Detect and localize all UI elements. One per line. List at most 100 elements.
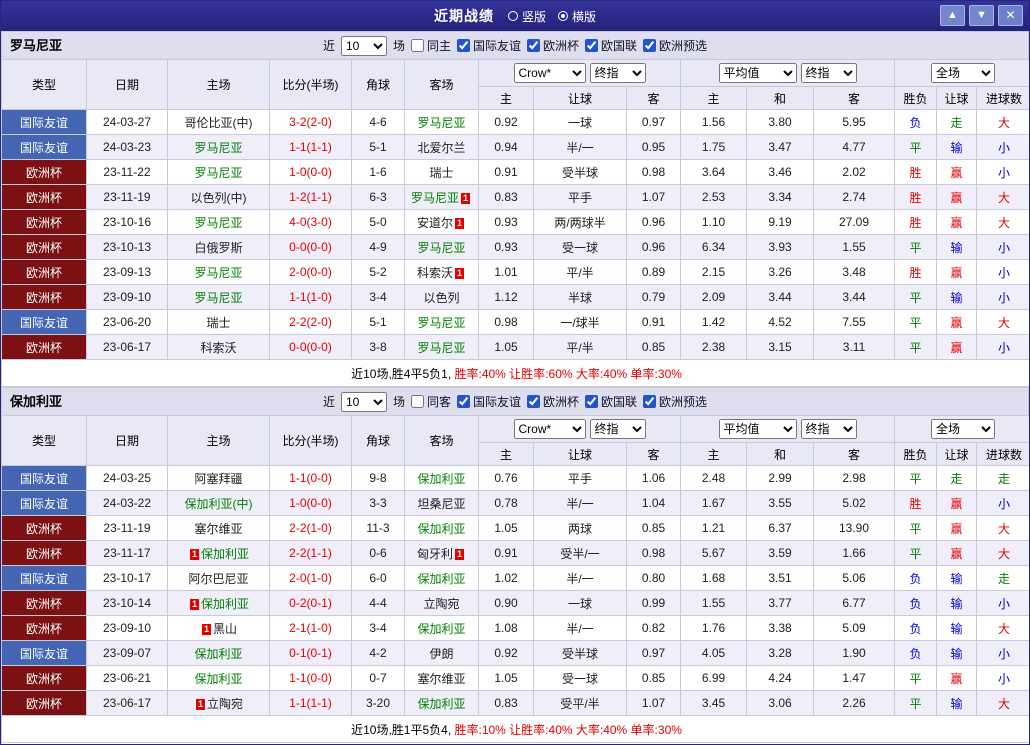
col-header: 客 (813, 86, 896, 110)
competition-checkbox-0[interactable] (456, 39, 470, 52)
same-venue-checkbox[interactable] (410, 39, 424, 52)
handicap-result-cell: 赢 (936, 540, 978, 566)
summary-row: 近10场,胜1平5负4, 胜率:10% 让胜率:40% 大率:40% 单率:30… (1, 715, 1029, 743)
euro-draw-odds: 3.28 (746, 640, 815, 666)
euro-away-odds: 2.02 (813, 159, 896, 185)
score-cell: 2-2(1-0) (269, 515, 352, 541)
corner-cell: 3-20 (351, 690, 405, 716)
euro-draw-odds: 3.51 (746, 565, 815, 591)
asian-final-select[interactable]: 终指 (589, 63, 646, 83)
competition-checkbox-0-label[interactable]: 国际友谊 (456, 37, 521, 54)
score-cell: 2-0(0-0) (269, 259, 352, 285)
radio-horizontal-layout[interactable]: 横版 (558, 8, 596, 25)
competition-badge: 欧洲杯 (1, 184, 87, 210)
asian-home-odds: 0.90 (478, 590, 534, 616)
asian-home-odds: 0.83 (478, 184, 534, 210)
recent-results-window: 近期战绩 竖版 横版 ▲ ▼ ✕ 罗马尼亚近 10 场同主 国际友谊 欧洲杯 欧国联 欧洲预选… (0, 0, 1030, 745)
asian-final-select[interactable]: 终指 (589, 419, 646, 439)
result-cell: 胜 (894, 490, 938, 516)
score-cell: 0-1(0-1) (269, 640, 352, 666)
competition-checkbox-1-label[interactable]: 欧洲杯 (527, 393, 579, 410)
handicap-result-cell: 赢 (936, 515, 978, 541)
competition-checkbox-2-label[interactable]: 欧国联 (585, 37, 637, 54)
home-team-cell: 保加利亚 (167, 640, 270, 666)
titlebar: 近期战绩 竖版 横版 ▲ ▼ ✕ (1, 1, 1029, 31)
competition-checkbox-3-label[interactable]: 欧洲预选 (643, 393, 707, 410)
section-team-name: 罗马尼亚 (10, 38, 63, 53)
scope-select[interactable]: 全场 (931, 63, 996, 83)
result-group-header: 全场 (894, 415, 1029, 443)
competition-checkbox-1-label[interactable]: 欧洲杯 (527, 37, 579, 54)
handicap-result-cell: 赢 (936, 209, 978, 235)
asian-away-odds: 1.04 (625, 490, 682, 516)
competition-checkbox-3[interactable] (643, 39, 657, 52)
match-row: 欧洲杯 23-11-17 1 保加利亚 2-2(1-1) 0-6 匈牙利 1 0.91 受半/一 0… (1, 540, 1029, 566)
competition-checkbox-3[interactable] (643, 395, 657, 408)
competition-badge: 欧洲杯 (1, 690, 87, 716)
home-team-name: 塞尔维亚 (194, 521, 243, 536)
average-select[interactable]: 平均值 (718, 63, 797, 83)
euro-away-odds: 5.02 (813, 490, 896, 516)
handicap-result-cell: 输 (936, 590, 978, 616)
euro-final-select[interactable]: 终指 (800, 63, 857, 83)
titlebar-center: 近期战绩 竖版 横版 (434, 6, 596, 26)
away-team-name: 罗马尼亚 (417, 340, 466, 355)
euro-away-odds: 1.66 (813, 540, 896, 566)
result-cell: 平 (894, 665, 938, 691)
corner-cell: 3-8 (351, 334, 405, 360)
competition-checkbox-2[interactable] (585, 39, 599, 52)
match-row: 欧洲杯 23-11-19 以色列(中) 1-2(1-1) 6-3 罗马尼亚 1 0.83 平手 1… (1, 184, 1029, 210)
match-count-select[interactable]: 10 (340, 391, 387, 412)
bookmaker-select[interactable]: Crow* (513, 419, 586, 439)
euro-home-odds: 6.99 (680, 665, 748, 691)
radio-vertical-layout[interactable]: 竖版 (507, 8, 546, 25)
competition-checkbox-0[interactable] (456, 395, 470, 408)
competition-checkbox-1[interactable] (527, 39, 540, 52)
same-venue-checkbox-label[interactable]: 同主 (410, 37, 451, 54)
competition-checkbox-3-label[interactable]: 欧洲预选 (643, 37, 707, 54)
result-cell: 负 (894, 565, 938, 591)
euro-draw-odds: 3.26 (746, 259, 815, 285)
away-team-name: 伊朗 (429, 646, 454, 661)
same-venue-checkbox[interactable] (410, 395, 424, 408)
competition-checkbox-2-label[interactable]: 欧国联 (585, 393, 637, 410)
match-row: 欧洲杯 23-06-17 1 立陶宛 1-1(1-1) 3-20 保加利亚 0.83 受平/半 1… (1, 690, 1029, 716)
home-team-name: 罗马尼亚 (194, 265, 243, 280)
euro-home-odds: 1.55 (680, 590, 748, 616)
same-venue-checkbox-label[interactable]: 同客 (410, 393, 451, 410)
home-team-name: 保加利亚 (200, 546, 249, 561)
euro-final-select[interactable]: 终指 (800, 419, 857, 439)
corner-cell: 6-3 (351, 184, 405, 210)
asian-handicap: 平/半 (533, 259, 627, 285)
asian-home-odds: 1.02 (478, 565, 534, 591)
competition-checkbox-0-label[interactable]: 国际友谊 (456, 393, 521, 410)
close-icon[interactable]: ✕ (998, 5, 1023, 26)
competition-badge: 欧洲杯 (1, 665, 87, 691)
corner-cell: 3-4 (351, 284, 405, 310)
home-team-cell: 1 立陶宛 (167, 690, 270, 716)
average-select[interactable]: 平均值 (718, 419, 797, 439)
goals-result-cell: 大 (976, 209, 1029, 235)
competition-checkbox-1[interactable] (527, 395, 540, 408)
asian-home-odds: 0.92 (478, 640, 534, 666)
euro-away-odds: 7.55 (813, 309, 896, 335)
scroll-up-button[interactable]: ▲ (940, 5, 965, 26)
result-cell: 平 (894, 134, 938, 160)
away-team-name: 坦桑尼亚 (417, 496, 466, 511)
euro-home-odds: 3.64 (680, 159, 748, 185)
away-team-name: 科索沃 (416, 265, 453, 280)
competition-checkbox-2[interactable] (585, 395, 599, 408)
scroll-down-button[interactable]: ▼ (969, 5, 994, 26)
scope-select[interactable]: 全场 (931, 419, 996, 439)
away-team-cell: 瑞士 (404, 159, 479, 185)
away-team-name: 瑞士 (429, 165, 454, 180)
col-header: 主 (680, 442, 748, 466)
euro-away-odds: 2.74 (813, 184, 896, 210)
goals-result-cell: 小 (976, 640, 1029, 666)
competition-badge: 欧洲杯 (1, 590, 87, 616)
match-row: 欧洲杯 23-10-13 白俄罗斯 0-0(0-0) 4-9 罗马尼亚 0.93 受一球 0.9… (1, 234, 1029, 260)
away-team-cell: 罗马尼亚 (404, 234, 479, 260)
goals-result-cell: 小 (976, 490, 1029, 516)
bookmaker-select[interactable]: Crow* (513, 63, 586, 83)
match-count-select[interactable]: 10 (340, 35, 387, 56)
